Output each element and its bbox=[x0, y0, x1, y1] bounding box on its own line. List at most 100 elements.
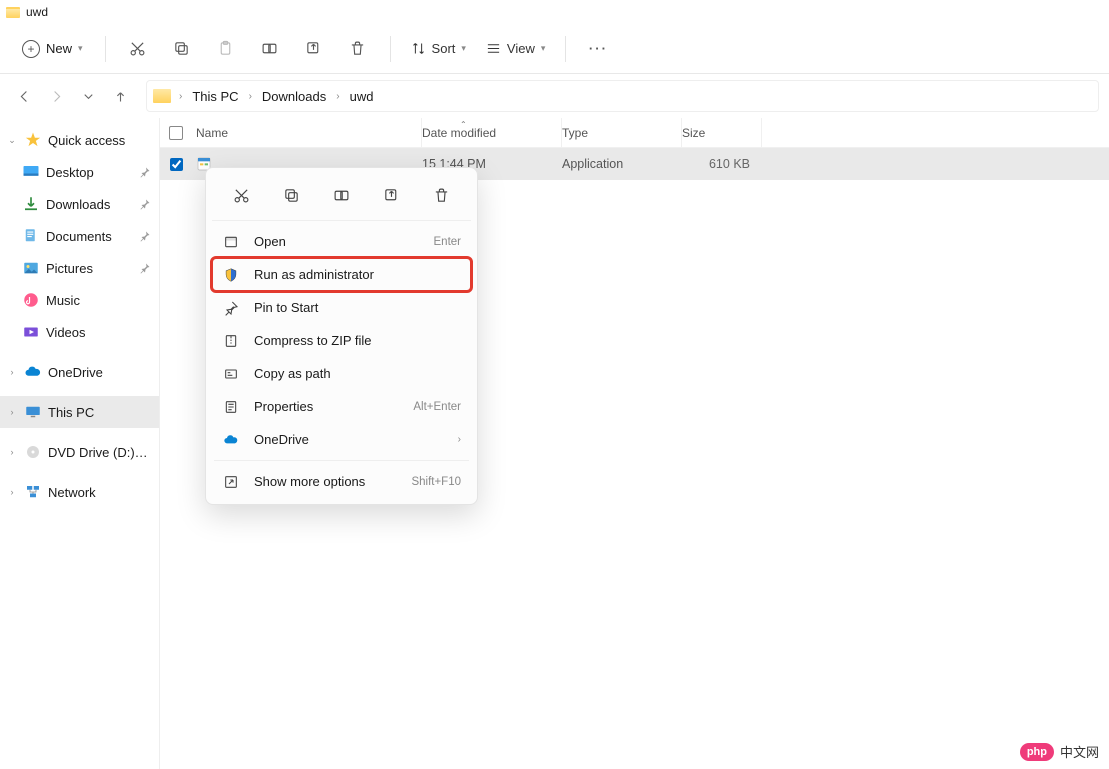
new-button[interactable]: + New ▾ bbox=[12, 34, 93, 64]
path-icon bbox=[222, 365, 240, 383]
sort-label: Sort bbox=[432, 41, 456, 56]
sidebar-label: OneDrive bbox=[48, 365, 151, 380]
plus-icon: + bbox=[22, 40, 40, 58]
ctx-run-as-administrator[interactable]: Run as administrator bbox=[212, 258, 471, 291]
new-label: New bbox=[46, 41, 72, 56]
watermark: php 中文网 bbox=[1020, 742, 1099, 761]
delete-button[interactable] bbox=[338, 31, 378, 67]
copy-button[interactable] bbox=[162, 31, 202, 67]
sidebar-item-desktop[interactable]: Desktop bbox=[0, 156, 159, 188]
sidebar-dvd-drive[interactable]: › DVD Drive (D:) esd2i bbox=[0, 436, 159, 468]
chevron-right-icon: › bbox=[247, 91, 254, 102]
watermark-badge: php bbox=[1020, 743, 1054, 761]
forward-button[interactable] bbox=[42, 82, 70, 110]
column-type[interactable]: Type bbox=[562, 118, 682, 147]
sidebar-label: This PC bbox=[48, 405, 151, 420]
pin-icon bbox=[139, 262, 151, 274]
sidebar-label: Downloads bbox=[46, 197, 133, 212]
view-label: View bbox=[507, 41, 535, 56]
ctx-label: Open bbox=[254, 234, 420, 249]
context-menu: Open Enter Run as administrator Pin to S… bbox=[205, 167, 478, 505]
ctx-share-button[interactable] bbox=[375, 180, 409, 210]
up-button[interactable] bbox=[106, 82, 134, 110]
download-icon bbox=[22, 195, 40, 213]
context-quick-actions bbox=[212, 174, 471, 221]
breadcrumb-segment[interactable]: Downloads bbox=[256, 85, 332, 108]
disc-icon bbox=[24, 443, 42, 461]
ctx-label: Pin to Start bbox=[254, 300, 461, 315]
documents-icon bbox=[22, 227, 40, 245]
ctx-label: OneDrive bbox=[254, 432, 444, 447]
ctx-label: Properties bbox=[254, 399, 399, 414]
chevron-right-icon: › bbox=[6, 367, 18, 377]
ctx-show-more-options[interactable]: Show more options Shift+F10 bbox=[212, 465, 471, 498]
ctx-accelerator: Shift+F10 bbox=[411, 476, 461, 488]
ctx-label: Compress to ZIP file bbox=[254, 333, 461, 348]
desktop-icon bbox=[22, 163, 40, 181]
ctx-open[interactable]: Open Enter bbox=[212, 225, 471, 258]
pin-icon bbox=[139, 230, 151, 242]
view-button[interactable]: View ▾ bbox=[478, 35, 553, 62]
breadcrumb-segment[interactable]: uwd bbox=[344, 85, 380, 108]
ctx-pin-to-start[interactable]: Pin to Start bbox=[212, 291, 471, 324]
ctx-label: Run as administrator bbox=[254, 267, 461, 282]
cloud-icon bbox=[24, 363, 42, 381]
chevron-right-icon: › bbox=[458, 434, 461, 445]
sidebar-item-music[interactable]: Music bbox=[0, 284, 159, 316]
zip-icon bbox=[222, 332, 240, 350]
select-all-checkbox[interactable] bbox=[160, 126, 192, 140]
column-name[interactable]: Name bbox=[192, 118, 422, 147]
sidebar-item-downloads[interactable]: Downloads bbox=[0, 188, 159, 220]
sort-icon bbox=[411, 41, 426, 56]
chevron-right-icon: › bbox=[6, 487, 18, 497]
sidebar-network[interactable]: › Network bbox=[0, 476, 159, 508]
ctx-cut-button[interactable] bbox=[224, 180, 258, 210]
ctx-copy-as-path[interactable]: Copy as path bbox=[212, 357, 471, 390]
properties-icon bbox=[222, 398, 240, 416]
cut-button[interactable] bbox=[118, 31, 158, 67]
breadcrumb-segment[interactable]: This PC bbox=[186, 85, 244, 108]
sidebar-this-pc[interactable]: › This PC bbox=[0, 396, 159, 428]
sidebar-item-pictures[interactable]: Pictures bbox=[0, 252, 159, 284]
share-button[interactable] bbox=[294, 31, 334, 67]
view-icon bbox=[486, 41, 501, 56]
chevron-down-icon: ▾ bbox=[541, 43, 546, 54]
ctx-label: Show more options bbox=[254, 474, 397, 489]
recent-dropdown[interactable] bbox=[74, 82, 102, 110]
monitor-icon bbox=[24, 403, 42, 421]
chevron-right-icon: › bbox=[334, 91, 341, 102]
rename-button[interactable] bbox=[250, 31, 290, 67]
ctx-properties[interactable]: Properties Alt+Enter bbox=[212, 390, 471, 423]
separator bbox=[214, 460, 469, 461]
ctx-delete-button[interactable] bbox=[425, 180, 459, 210]
sidebar-label: DVD Drive (D:) esd2i bbox=[48, 445, 151, 460]
expand-icon bbox=[222, 473, 240, 491]
sidebar-item-videos[interactable]: Videos bbox=[0, 316, 159, 348]
sidebar-item-documents[interactable]: Documents bbox=[0, 220, 159, 252]
more-button[interactable]: ··· bbox=[578, 31, 618, 67]
ctx-accelerator: Enter bbox=[434, 236, 462, 248]
paste-button[interactable] bbox=[206, 31, 246, 67]
back-button[interactable] bbox=[10, 82, 38, 110]
row-checkbox[interactable] bbox=[160, 158, 192, 171]
cloud-icon bbox=[222, 431, 240, 449]
sort-button[interactable]: Sort ▾ bbox=[403, 35, 474, 62]
file-type: Application bbox=[562, 157, 682, 171]
sidebar-quick-access[interactable]: ⌄ Quick access bbox=[0, 124, 159, 156]
sidebar-label: Documents bbox=[46, 229, 133, 244]
file-size: 610 KB bbox=[682, 157, 762, 171]
breadcrumb[interactable]: › This PC › Downloads › uwd bbox=[146, 80, 1099, 112]
column-size[interactable]: Size bbox=[682, 118, 762, 147]
folder-icon bbox=[153, 89, 171, 103]
ctx-rename-button[interactable] bbox=[324, 180, 358, 210]
ctx-compress-zip[interactable]: Compress to ZIP file bbox=[212, 324, 471, 357]
folder-icon bbox=[6, 7, 20, 18]
pictures-icon bbox=[22, 259, 40, 277]
network-icon bbox=[24, 483, 42, 501]
watermark-text: 中文网 bbox=[1060, 742, 1099, 761]
chevron-down-icon: ▾ bbox=[461, 43, 466, 54]
ctx-onedrive[interactable]: OneDrive › bbox=[212, 423, 471, 456]
ctx-copy-button[interactable] bbox=[274, 180, 308, 210]
sidebar-onedrive[interactable]: › OneDrive bbox=[0, 356, 159, 388]
column-date[interactable]: Date modified bbox=[422, 118, 562, 147]
